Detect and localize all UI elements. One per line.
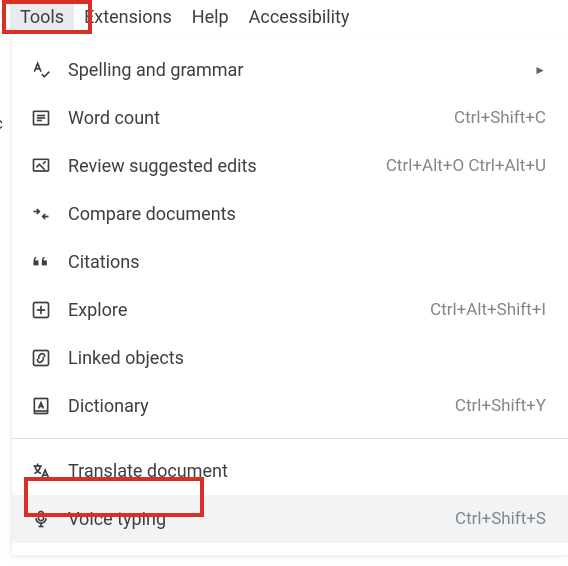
menubar-label: Extensions: [84, 7, 172, 28]
menu-item-translate[interactable]: Translate document: [12, 447, 568, 495]
menubar: Tools Extensions Help Accessibility: [0, 0, 568, 34]
spellcheck-icon: [30, 59, 52, 81]
menu-divider: [12, 438, 568, 439]
mic-icon: [30, 508, 52, 530]
wordcount-icon: [30, 107, 52, 129]
menu-label: Voice typing: [68, 509, 455, 530]
background-text: c: [0, 114, 3, 134]
menu-label: Explore: [68, 300, 430, 321]
compare-icon: [30, 203, 52, 225]
menubar-item-extensions[interactable]: Extensions: [74, 1, 182, 34]
menu-label: Linked objects: [68, 348, 546, 369]
menubar-label: Tools: [20, 7, 64, 28]
menu-label: Compare documents: [68, 204, 546, 225]
menu-item-voice-typing[interactable]: Voice typing Ctrl+Shift+S: [12, 495, 568, 543]
dictionary-icon: [30, 395, 52, 417]
linked-icon: [30, 347, 52, 369]
menu-shortcut: Ctrl+Shift+S: [455, 509, 546, 529]
menu-label: Dictionary: [68, 396, 455, 417]
menubar-item-accessibility[interactable]: Accessibility: [239, 1, 360, 34]
menu-label: Citations: [68, 252, 546, 273]
menu-label: Translate document: [68, 461, 546, 482]
menu-item-spelling[interactable]: Spelling and grammar ►: [12, 46, 568, 94]
menubar-label: Help: [192, 7, 229, 28]
menu-item-citations[interactable]: Citations: [12, 238, 568, 286]
menubar-item-tools[interactable]: Tools: [10, 1, 74, 34]
translate-icon: [30, 460, 52, 482]
menu-item-explore[interactable]: Explore Ctrl+Alt+Shift+I: [12, 286, 568, 334]
menu-item-compare[interactable]: Compare documents: [12, 190, 568, 238]
menu-shortcut: Ctrl+Alt+O Ctrl+Alt+U: [386, 156, 546, 176]
menubar-item-help[interactable]: Help: [182, 1, 239, 34]
citations-icon: [30, 251, 52, 273]
menu-shortcut: Ctrl+Shift+C: [454, 108, 546, 128]
menu-label: Review suggested edits: [68, 156, 386, 177]
tools-dropdown: Spelling and grammar ► Word count Ctrl+S…: [11, 36, 568, 555]
menu-item-dictionary[interactable]: Dictionary Ctrl+Shift+Y: [12, 382, 568, 430]
menubar-label: Accessibility: [249, 7, 350, 28]
menu-item-review[interactable]: Review suggested edits Ctrl+Alt+O Ctrl+A…: [12, 142, 568, 190]
explore-icon: [30, 299, 52, 321]
menu-item-wordcount[interactable]: Word count Ctrl+Shift+C: [12, 94, 568, 142]
menu-label: Word count: [68, 108, 454, 129]
review-icon: [30, 155, 52, 177]
menu-label: Spelling and grammar: [68, 60, 526, 81]
menu-shortcut: Ctrl+Shift+Y: [455, 396, 546, 416]
chevron-right-icon: ►: [534, 63, 546, 77]
menu-shortcut: Ctrl+Alt+Shift+I: [430, 300, 546, 320]
menu-item-linked[interactable]: Linked objects: [12, 334, 568, 382]
